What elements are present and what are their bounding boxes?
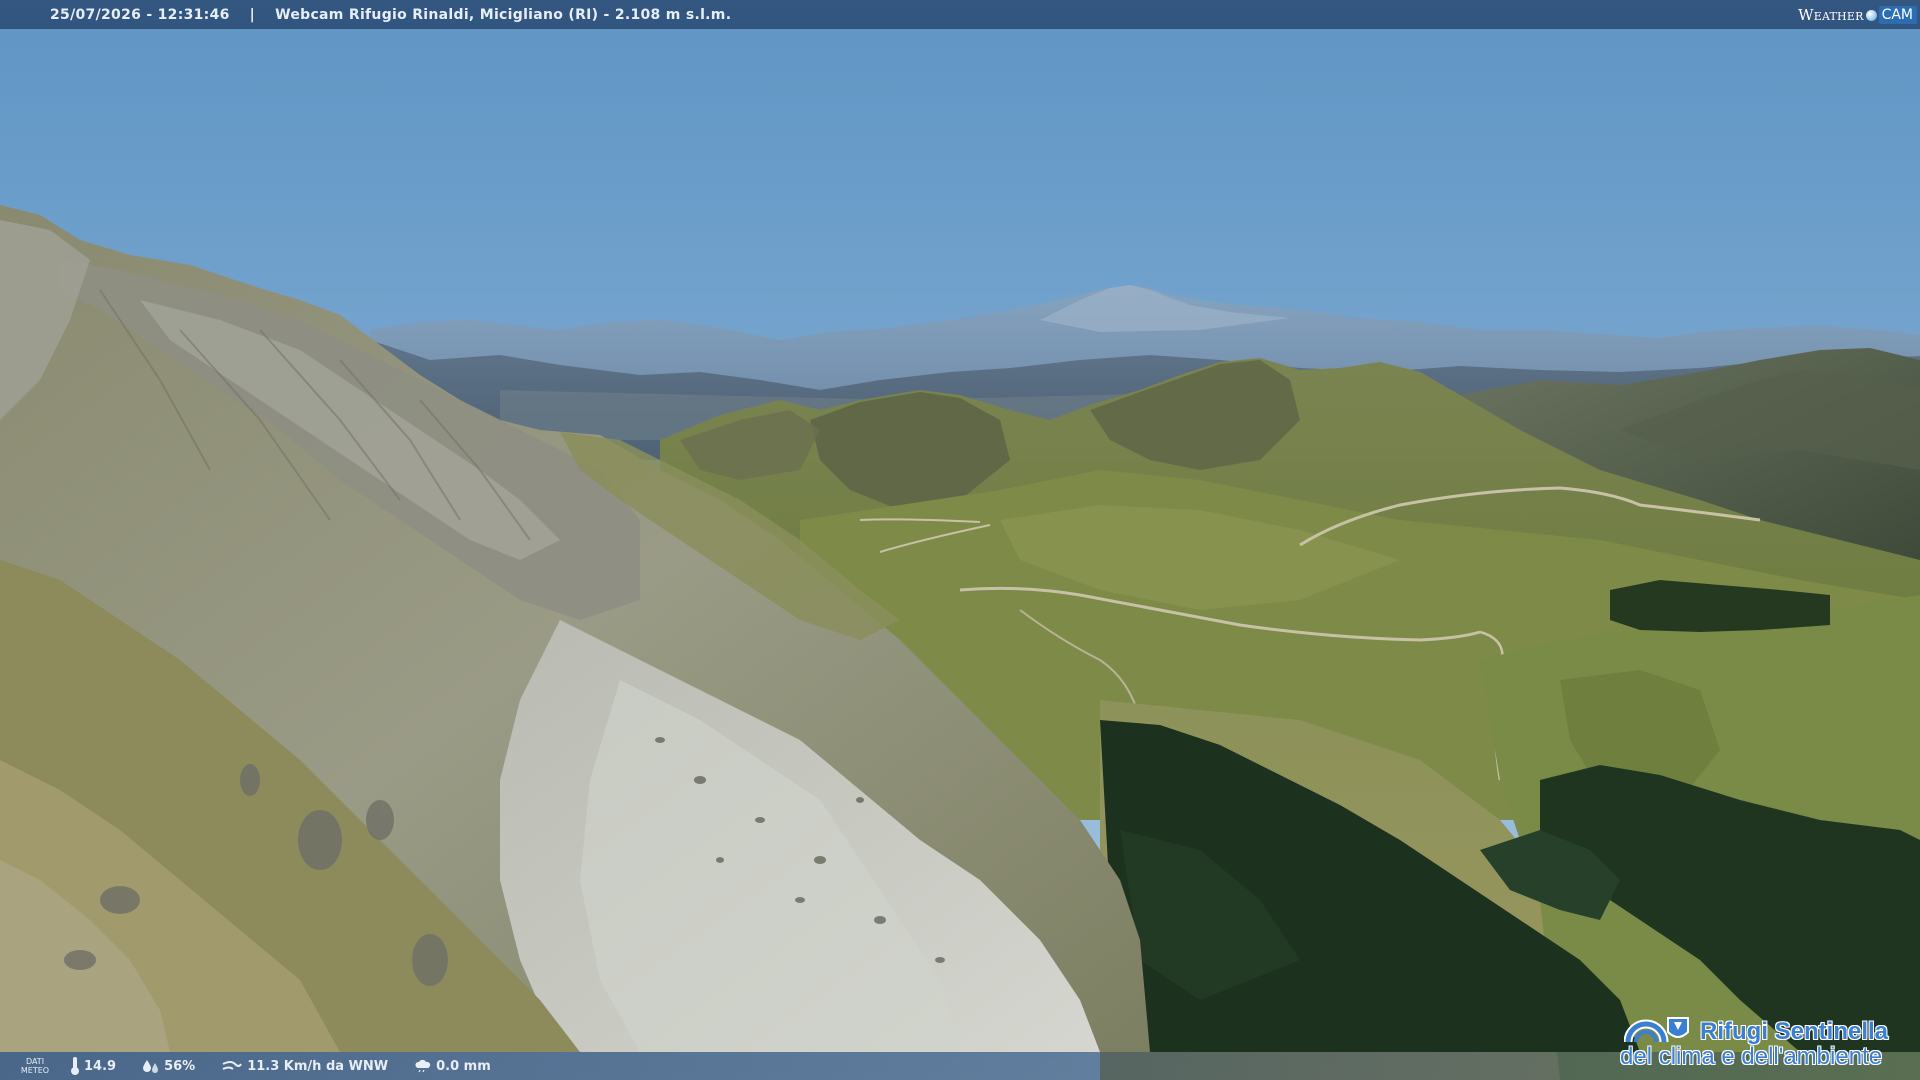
- humidity-readout: 56%: [142, 1058, 195, 1074]
- webcam-title: Webcam Rifugio Rinaldi, Micigliano (RI) …: [275, 6, 732, 23]
- thermometer-icon: [71, 1057, 79, 1075]
- weathercam-logo-cam: CAM: [1878, 6, 1917, 24]
- separator: |: [249, 6, 256, 23]
- rain-value: 0.0 mm: [436, 1058, 491, 1074]
- webcam-frame: 25/07/2026 - 12:31:46 | Webcam Rifugio R…: [0, 0, 1920, 1080]
- top-info-bar: 25/07/2026 - 12:31:46 | Webcam Rifugio R…: [0, 0, 1920, 29]
- wind-icon: [222, 1061, 243, 1070]
- rifugi-sentinella-logo: Rifugi Sentinella del clima e dell'ambie…: [1618, 1000, 1908, 1072]
- weathercam-logo-weather: Weather: [1798, 6, 1864, 24]
- temperature-value: 14.9: [84, 1058, 117, 1074]
- weathercam-logo-dot-icon: [1865, 9, 1877, 21]
- timestamp: 25/07/2026 - 12:31:46: [50, 6, 230, 23]
- partner-logo-line2: del clima e dell'ambiente: [1620, 1043, 1883, 1070]
- weathercam-logo: Weather CAM: [1798, 4, 1917, 26]
- rain-readout: 0.0 mm: [414, 1059, 491, 1074]
- sentinella-emblem-icon: [1624, 1017, 1689, 1043]
- humidity-icon: [143, 1060, 159, 1073]
- mountain-landscape-photo: [0, 0, 1920, 1080]
- meteo-data-label: DATI METEO: [20, 1057, 50, 1075]
- rain-cloud-icon: [415, 1059, 431, 1073]
- humidity-value: 56%: [164, 1058, 196, 1074]
- temperature-readout: 14.9: [70, 1056, 116, 1076]
- wind-readout: 11.3 Km/h da WNW: [221, 1058, 388, 1074]
- wind-value: 11.3 Km/h da WNW: [247, 1058, 389, 1074]
- partner-logo-line1: Rifugi Sentinella: [1700, 1018, 1889, 1045]
